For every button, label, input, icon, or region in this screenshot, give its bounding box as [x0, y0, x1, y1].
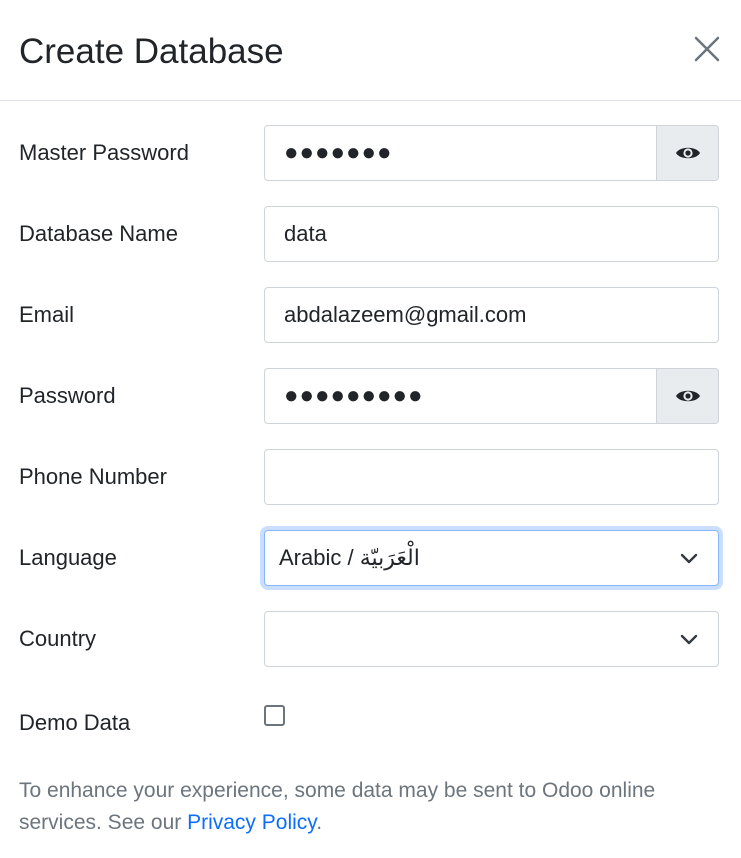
close-icon: [694, 36, 720, 62]
language-label: Language: [19, 545, 117, 570]
country-row: Country: [0, 611, 741, 667]
demo-data-row: Demo Data: [0, 695, 741, 751]
master-password-toggle-button[interactable]: [657, 125, 719, 181]
language-select[interactable]: Arabic / الْعَرَبيّة: [264, 530, 719, 586]
password-label: Password: [19, 383, 116, 408]
master-password-value: ●●●●●●●: [284, 139, 393, 166]
demo-data-checkbox[interactable]: [264, 705, 285, 726]
email-value: abdalazeem@gmail.com: [284, 302, 527, 327]
database-name-row: Database Name data: [0, 206, 741, 262]
eye-icon: [675, 147, 700, 159]
chevron-down-icon: [680, 634, 698, 645]
modal-title: Create Database: [19, 32, 284, 71]
privacy-policy-link[interactable]: Privacy Policy: [187, 811, 316, 834]
password-input[interactable]: ●●●●●●●●●: [264, 368, 657, 424]
chevron-down-icon: [680, 553, 698, 564]
password-row: Password ●●●●●●●●●: [0, 368, 741, 424]
email-row: Email abdalazeem@gmail.com: [0, 287, 741, 343]
database-name-label: Database Name: [19, 221, 178, 246]
country-select[interactable]: [264, 611, 719, 667]
language-row: Language Arabic / الْعَرَبيّة: [0, 530, 741, 586]
phone-number-row: Phone Number: [0, 449, 741, 505]
modal-header: Create Database: [0, 0, 741, 101]
eye-icon: [675, 390, 700, 402]
master-password-input[interactable]: ●●●●●●●: [264, 125, 657, 181]
language-selected-value: Arabic / الْعَرَبيّة: [279, 545, 420, 570]
database-name-input[interactable]: data: [264, 206, 719, 262]
database-name-value: data: [284, 221, 327, 246]
country-label: Country: [19, 626, 97, 651]
email-label: Email: [19, 302, 75, 327]
privacy-notice: To enhance your experience, some data ma…: [19, 775, 719, 839]
phone-number-label: Phone Number: [19, 464, 167, 489]
email-input[interactable]: abdalazeem@gmail.com: [264, 287, 719, 343]
close-button[interactable]: [690, 32, 724, 66]
master-password-row: Master Password ●●●●●●●: [0, 125, 741, 181]
demo-data-label: Demo Data: [19, 710, 131, 735]
privacy-notice-text: To enhance your experience, some data ma…: [19, 779, 656, 834]
privacy-notice-suffix: .: [316, 811, 323, 834]
password-value: ●●●●●●●●●: [284, 382, 424, 409]
password-toggle-button[interactable]: [657, 368, 719, 424]
phone-number-input[interactable]: [264, 449, 719, 505]
master-password-label: Master Password: [19, 140, 189, 165]
